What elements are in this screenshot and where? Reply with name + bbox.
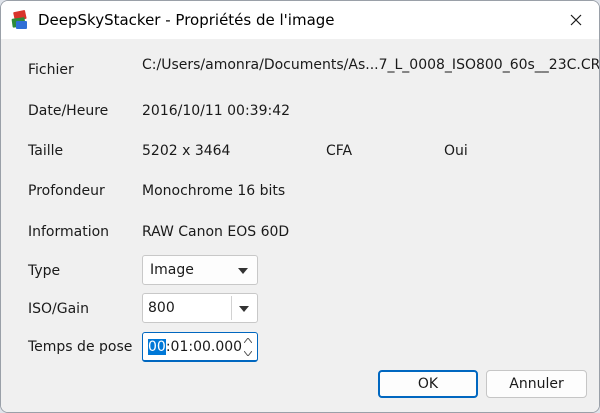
exposure-time-value[interactable]: 00:01:00.000 — [148, 339, 242, 355]
dialog-content: Fichier C:/Users/amonra/Documents/As...7… — [1, 39, 600, 412]
title-bar[interactable]: DeepSkyStacker - Propriétés de l'image — [1, 1, 599, 39]
exposure-selected-segment: 00 — [148, 339, 166, 355]
info-value: RAW Canon EOS 60D — [142, 224, 290, 240]
spin-down-button[interactable] — [241, 347, 255, 360]
cfa-value: Oui — [444, 143, 468, 159]
combobox-divider — [231, 296, 232, 320]
iso-combobox[interactable]: 800 — [142, 293, 258, 323]
size-label: Taille — [28, 143, 64, 159]
chevron-down-icon — [238, 268, 248, 274]
depth-label: Profondeur — [28, 183, 105, 199]
file-label: Fichier — [28, 62, 74, 78]
chevron-down-icon — [244, 351, 252, 356]
cancel-button[interactable]: Annuler — [486, 370, 587, 398]
file-value: C:/Users/amonra/Documents/As...7_L_0008_… — [142, 57, 600, 73]
exposure-rest: :01:00.000 — [165, 339, 243, 355]
iso-value[interactable]: 800 — [148, 300, 175, 316]
info-label: Information — [28, 224, 110, 240]
type-label: Type — [28, 263, 61, 279]
close-button[interactable] — [553, 1, 599, 39]
chevron-up-icon — [244, 338, 252, 343]
chevron-down-icon[interactable] — [239, 306, 249, 312]
datetime-value: 2016/10/11 00:39:42 — [142, 103, 291, 119]
exposure-spinner[interactable] — [241, 334, 255, 360]
spin-up-button[interactable] — [241, 334, 255, 347]
type-dropdown-value: Image — [150, 262, 194, 278]
ok-button[interactable]: OK — [378, 370, 478, 398]
cfa-label: CFA — [326, 143, 353, 159]
exposure-time-input[interactable]: 00:01:00.000 — [142, 332, 258, 362]
image-properties-dialog: DeepSkyStacker - Propriétés de l'image F… — [0, 0, 600, 413]
deepskystacker-logo-icon — [11, 10, 27, 29]
exposure-label: Temps de pose — [28, 339, 133, 355]
depth-value: Monochrome 16 bits — [142, 183, 286, 199]
iso-label: ISO/Gain — [28, 301, 89, 317]
datetime-label: Date/Heure — [28, 103, 109, 119]
type-dropdown[interactable]: Image — [142, 255, 258, 285]
size-value: 5202 x 3464 — [142, 143, 231, 159]
window-title: DeepSkyStacker - Propriétés de l'image — [38, 11, 335, 29]
close-icon — [570, 14, 582, 26]
